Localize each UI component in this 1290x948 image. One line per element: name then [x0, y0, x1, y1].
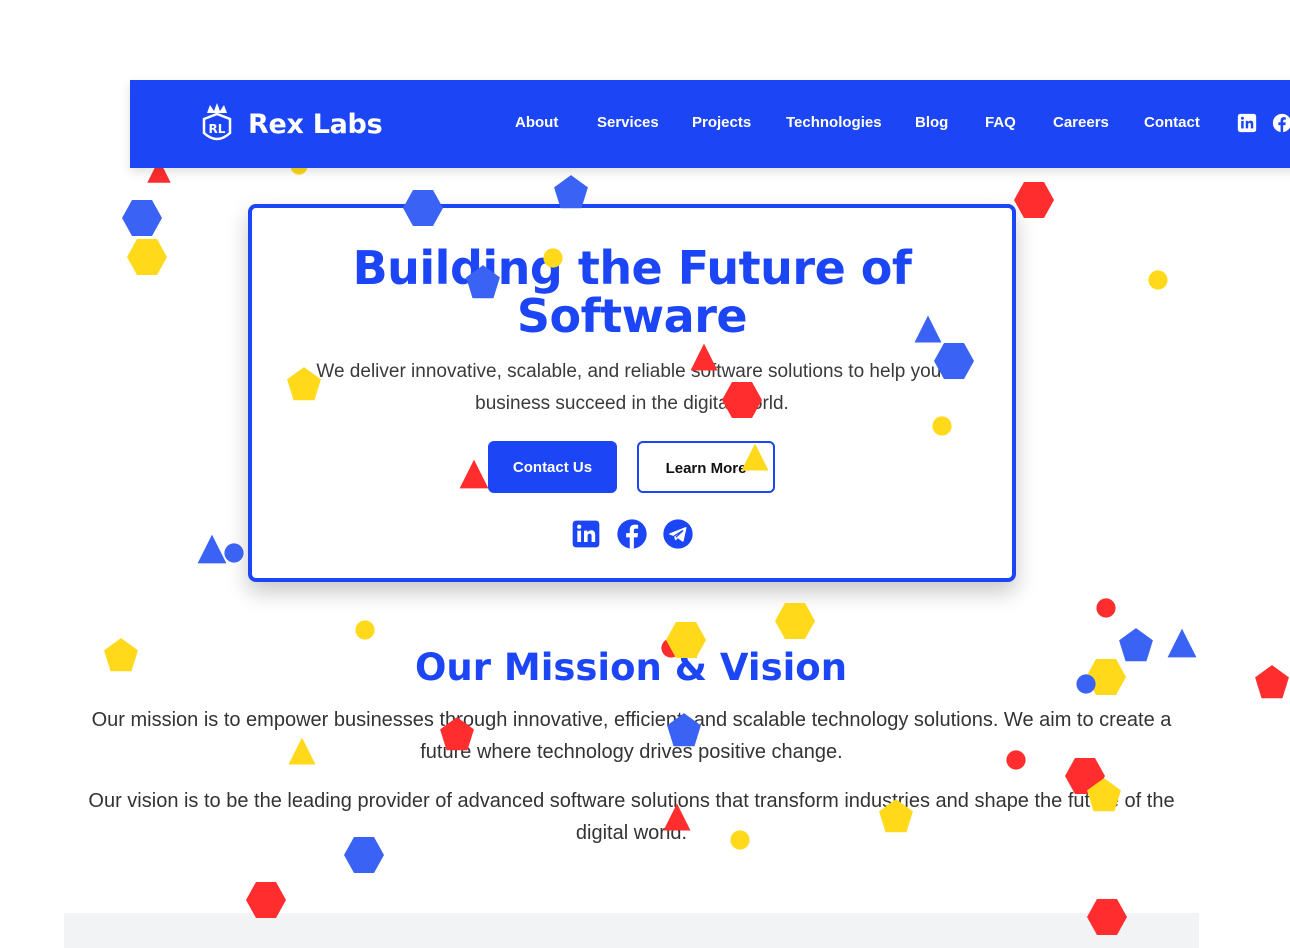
yellow-circle-shape: [355, 620, 375, 640]
svg-text:RL: RL: [209, 122, 226, 136]
top-navbar: RL Rex Labs About Services Projects Tech…: [130, 80, 1290, 168]
nav-link-blog[interactable]: Blog: [915, 114, 948, 131]
hero-title: Building the Future of Software: [352, 241, 912, 343]
facebook-icon[interactable]: [616, 518, 648, 550]
facebook-icon[interactable]: [1272, 113, 1290, 133]
nav-link-contact[interactable]: Contact: [1144, 114, 1200, 131]
yellow-hexagon-shape: [127, 237, 167, 277]
contact-us-button[interactable]: Contact Us: [488, 441, 617, 493]
hero-card: Building the Future of Software We deliv…: [248, 204, 1016, 582]
blue-hexagon-shape: [122, 198, 162, 238]
linkedin-icon[interactable]: [1237, 113, 1257, 133]
blue-circle-shape: [224, 543, 244, 563]
yellow-circle-shape: [1148, 270, 1168, 290]
blue-triangle-shape: [196, 533, 228, 565]
yellow-hexagon-shape: [775, 601, 815, 641]
nav-link-about[interactable]: About: [515, 114, 558, 131]
mission-vision-title: Our Mission & Vision: [414, 646, 848, 689]
red-hexagon-shape: [1014, 180, 1054, 220]
learn-more-button[interactable]: Learn More: [637, 441, 775, 493]
nav-link-careers[interactable]: Careers: [1053, 114, 1109, 131]
linkedin-icon[interactable]: [570, 518, 602, 550]
nav-link-technologies[interactable]: Technologies: [786, 114, 882, 131]
telegram-icon[interactable]: [662, 518, 694, 550]
nav-link-projects[interactable]: Projects: [692, 114, 751, 131]
brand-name: Rex Labs: [248, 108, 383, 140]
next-section-band: [64, 913, 1199, 948]
nav-link-faq[interactable]: FAQ: [985, 114, 1016, 131]
mission-text: Our mission is to empower businesses thr…: [91, 709, 1172, 763]
brand[interactable]: RL Rex Labs: [200, 100, 383, 148]
vision-text: Our vision is to be the leading provider…: [88, 790, 1175, 844]
brand-logo-icon: RL: [200, 101, 234, 147]
red-circle-shape: [1096, 598, 1116, 618]
nav-link-services[interactable]: Services: [597, 114, 659, 131]
hero-subtitle: We deliver innovative, scalable, and rel…: [316, 361, 948, 414]
